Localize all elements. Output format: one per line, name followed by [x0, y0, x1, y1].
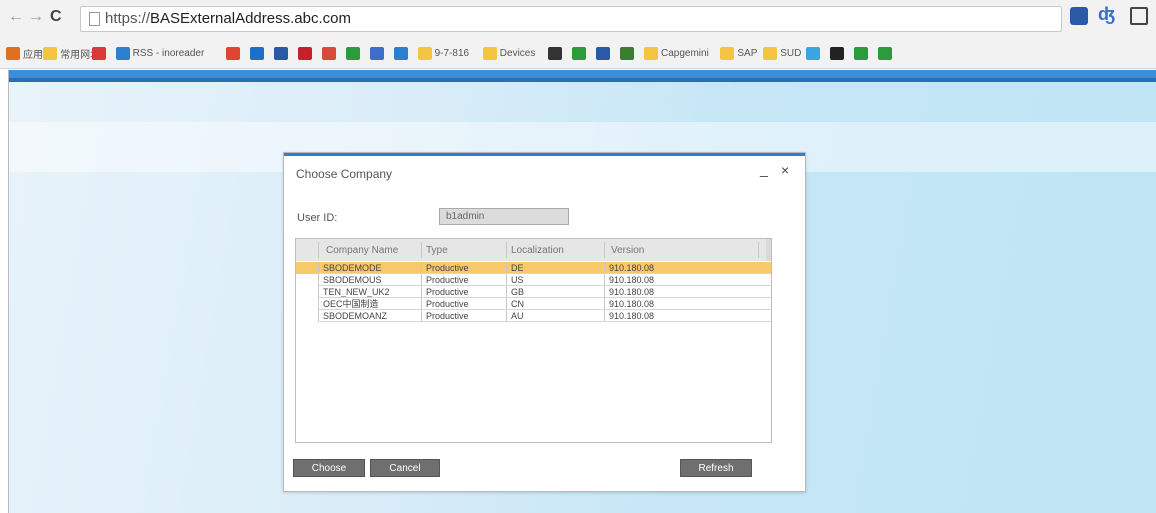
table-row[interactable]: SBODEMOANZ Productive AU 910.180.08: [296, 310, 771, 322]
url-text[interactable]: https://BASExternalAddress.abc.com: [105, 10, 351, 27]
home-icon: [273, 46, 288, 60]
bookmark-item[interactable]: [297, 45, 315, 61]
company-table: Company Name Type Localization Version S…: [295, 238, 772, 443]
refresh-button[interactable]: Refresh: [680, 459, 752, 477]
diamond-icon: [572, 46, 586, 60]
user-id-label: User ID:: [297, 212, 338, 224]
bookmark-item[interactable]: [572, 45, 589, 61]
gmail-icon: [321, 46, 336, 60]
bookmark-item[interactable]: Capgemini: [644, 45, 709, 61]
bookmark-item[interactable]: [596, 45, 613, 61]
diamond-icon: [878, 46, 892, 60]
github-icon: [830, 46, 844, 60]
column-header-type[interactable]: Type: [426, 245, 448, 256]
app-icon: [369, 46, 384, 60]
extension-icon[interactable]: [1070, 7, 1088, 25]
reload-icon[interactable]: C: [50, 7, 62, 27]
rss-icon: [115, 46, 130, 60]
app-header-bar: [8, 70, 1156, 82]
bookmark-item[interactable]: [393, 45, 411, 61]
bookmark-label: Capgemini: [661, 47, 709, 59]
column-header-version[interactable]: Version: [611, 245, 644, 256]
pocket-extension-icon[interactable]: [1130, 7, 1148, 25]
flag-icon: [297, 46, 312, 60]
folder-icon: [644, 46, 658, 60]
bookmark-label: 9-7-816: [434, 47, 470, 59]
address-bar[interactable]: https://BASExternalAddress.abc.com: [80, 6, 1062, 32]
table-row[interactable]: OEC中国制造 Productive CN 910.180.08: [296, 298, 771, 310]
bookmark-item[interactable]: [249, 45, 267, 61]
bookmark-item[interactable]: [806, 45, 823, 61]
back-arrow-icon[interactable]: ←: [8, 7, 24, 27]
chrome-icon: [225, 46, 240, 60]
row-selector[interactable]: [296, 262, 318, 274]
user-id-field: b1admin: [439, 208, 569, 225]
choose-company-dialog: Choose Company _ × User ID: b1admin Comp…: [283, 152, 806, 492]
row-selector[interactable]: [296, 286, 318, 298]
drive-icon: [806, 46, 820, 60]
apps-icon: [6, 46, 20, 60]
windows-icon: [345, 46, 360, 60]
cancel-button[interactable]: Cancel: [370, 459, 440, 477]
folder-icon: [417, 46, 432, 60]
row-selector[interactable]: [296, 310, 318, 322]
bookmark-item[interactable]: [225, 45, 243, 61]
bookmark-item[interactable]: 应用: [6, 45, 43, 61]
translate-extension-icon[interactable]: ʤ: [1098, 4, 1116, 24]
folder-icon: [763, 46, 778, 60]
url-host: BASExternalAddress.abc.com: [150, 10, 351, 27]
table-scrollbar[interactable]: [766, 239, 771, 261]
pin-icon: [548, 46, 562, 60]
bookmark-item[interactable]: [620, 45, 637, 61]
folder-icon: [482, 46, 497, 60]
bookmark-item[interactable]: [878, 45, 895, 61]
bookmark-item[interactable]: [345, 45, 363, 61]
bookmark-item[interactable]: [273, 45, 291, 61]
minimize-icon[interactable]: _: [760, 161, 768, 177]
page-icon: [89, 12, 100, 26]
bookmark-label: 应用: [23, 49, 43, 61]
bookmark-item[interactable]: [369, 45, 387, 61]
row-selector[interactable]: [296, 298, 318, 310]
doc-icon: [596, 46, 610, 60]
bookmark-item[interactable]: RSS - inoreader: [115, 45, 205, 61]
folder-icon: [720, 46, 735, 60]
bookmark-item[interactable]: [91, 45, 109, 61]
column-header-localization[interactable]: Localization: [511, 245, 564, 256]
bookmark-item[interactable]: Devices: [482, 45, 536, 61]
table-row[interactable]: SBODEMOUS Productive US 910.180.08: [296, 274, 771, 286]
close-icon[interactable]: ×: [781, 162, 789, 178]
choose-button[interactable]: Choose: [293, 459, 365, 477]
table-row[interactable]: TEN_NEW_UK2 Productive GB 910.180.08: [296, 286, 771, 298]
sheet-icon: [620, 46, 634, 60]
bookmark-item[interactable]: [321, 45, 339, 61]
column-header-company-name[interactable]: Company Name: [326, 245, 398, 256]
folder-icon: [43, 46, 58, 60]
table-row[interactable]: SBODEMODE Productive DE 910.180.08: [296, 262, 771, 274]
bookmarks-bar: 应用 常用网址 RSS - inoreader 9-7-816 Devices Capge…: [0, 38, 1156, 69]
bookmark-item[interactable]: 9-7-816: [417, 45, 470, 61]
table-header: Company Name Type Localization Version: [296, 239, 771, 261]
window-left-edge: [0, 70, 9, 513]
bookmark-label: SUD: [780, 47, 802, 59]
url-scheme: https://: [105, 10, 151, 27]
outlook-icon: [249, 46, 264, 60]
bookmark-icon: [91, 46, 106, 60]
bookmark-label: SAP: [737, 47, 758, 59]
bookmark-item[interactable]: [854, 45, 871, 61]
row-selector[interactable]: [296, 274, 318, 286]
bookmark-item[interactable]: SAP: [720, 45, 757, 61]
bookmark-label: Devices: [499, 47, 536, 59]
bookmark-item[interactable]: [830, 45, 847, 61]
forward-arrow-icon[interactable]: →: [28, 7, 44, 27]
bookmark-label: RSS - inoreader: [132, 47, 205, 59]
c-icon: [854, 46, 868, 60]
dialog-title: Choose Company: [296, 167, 393, 181]
browser-toolbar: ← → C https://BASExternalAddress.abc.com…: [0, 0, 1156, 38]
picture-icon: [393, 46, 408, 60]
bookmark-item[interactable]: SUD: [763, 45, 801, 61]
bookmark-item[interactable]: [548, 45, 565, 61]
